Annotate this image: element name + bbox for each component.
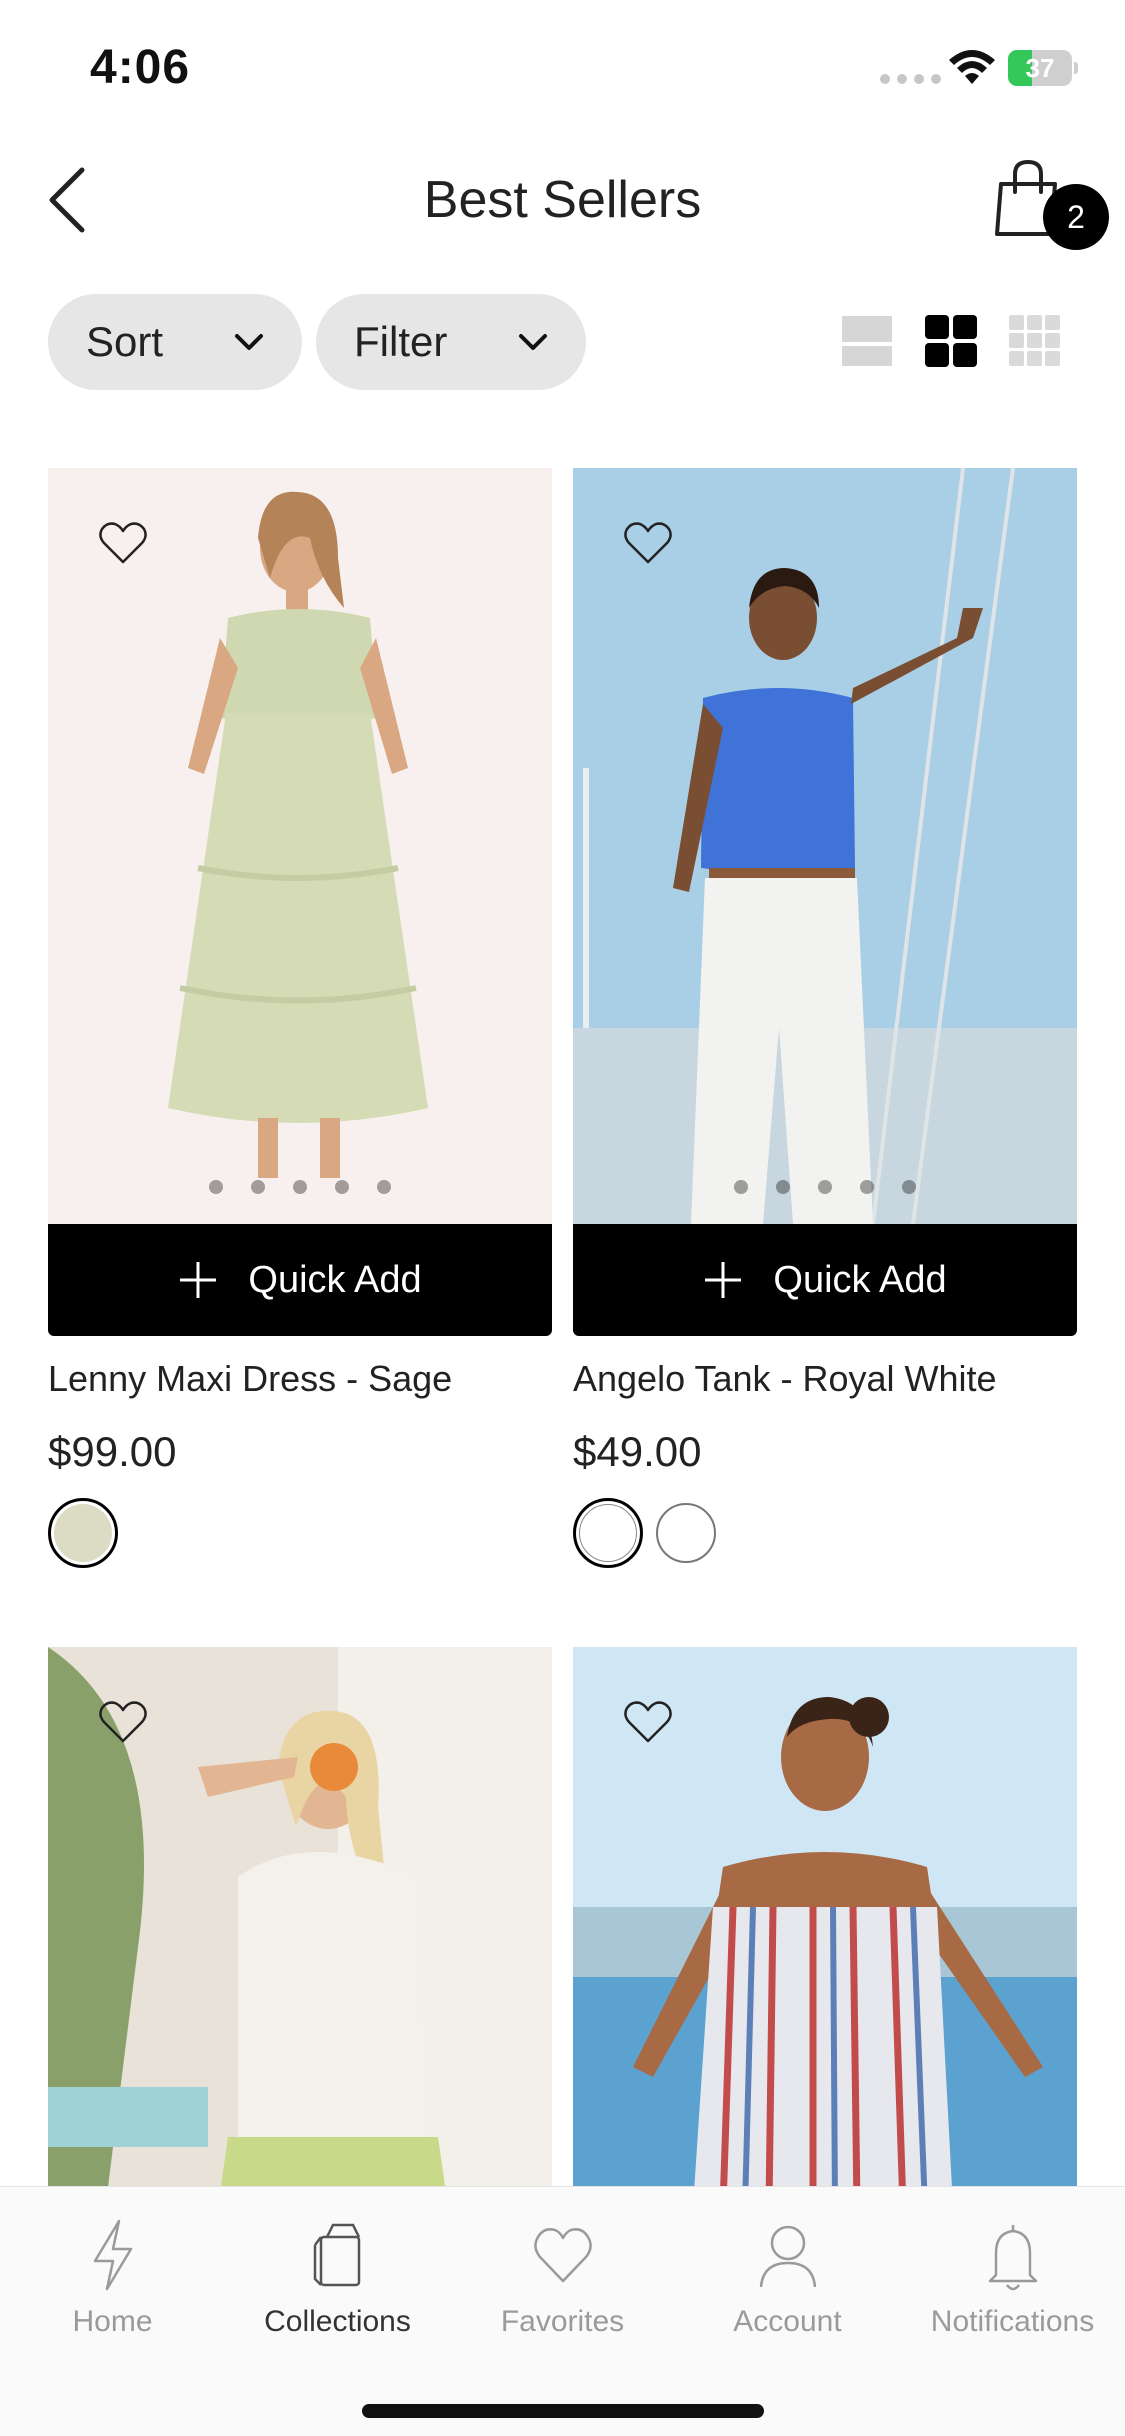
product-name[interactable]: Lenny Maxi Dress - Sage bbox=[48, 1358, 452, 1400]
tab-label: Collections bbox=[264, 2305, 411, 2338]
color-swatch[interactable] bbox=[48, 1498, 118, 1568]
product-price: $49.00 bbox=[573, 1428, 702, 1475]
swatch-color bbox=[656, 1503, 716, 1563]
single-view-icon[interactable] bbox=[840, 314, 894, 368]
chevron-down-icon bbox=[235, 334, 263, 350]
person-icon bbox=[759, 2225, 816, 2288]
heart-icon bbox=[99, 1701, 147, 1743]
heart-icon bbox=[624, 522, 672, 564]
filter-button[interactable]: Filter bbox=[316, 294, 586, 390]
sort-label: Sort bbox=[86, 318, 164, 365]
wifi-icon bbox=[949, 50, 995, 84]
plus-icon bbox=[180, 1262, 217, 1298]
product-image[interactable] bbox=[573, 1647, 1077, 2187]
tab-bar: Home Collections Favorites Account Notif… bbox=[0, 2186, 1125, 2436]
cart-count-badge: 2 bbox=[1043, 184, 1109, 250]
image-pagination-dots[interactable] bbox=[48, 1180, 552, 1194]
tab-notifications[interactable]: Notifications bbox=[900, 2209, 1125, 2339]
tab-home[interactable]: Home bbox=[0, 2209, 225, 2339]
swatch-color bbox=[579, 1504, 637, 1562]
image-pagination-dots[interactable] bbox=[573, 1180, 1077, 1194]
tab-label: Favorites bbox=[500, 2305, 625, 2338]
product-name[interactable]: Angelo Tank - Royal White bbox=[573, 1358, 997, 1400]
heart-icon bbox=[99, 522, 147, 564]
plus-icon bbox=[705, 1262, 742, 1298]
favorite-button[interactable] bbox=[96, 1697, 150, 1747]
filter-label: Filter bbox=[354, 318, 448, 365]
color-swatches bbox=[48, 1498, 118, 1568]
chevron-down-icon bbox=[519, 334, 547, 350]
tab-label: Home bbox=[72, 2305, 153, 2338]
heart-icon bbox=[533, 2228, 592, 2283]
lightning-icon bbox=[93, 2219, 132, 2291]
product-card[interactable] bbox=[573, 1647, 1077, 2187]
battery-level: 37 bbox=[1025, 53, 1055, 83]
collections-icon bbox=[313, 2223, 360, 2287]
product-image[interactable] bbox=[48, 1647, 552, 2187]
grid-3-view-icon[interactable] bbox=[1008, 314, 1062, 368]
product-photo bbox=[48, 468, 552, 1224]
quick-add-button[interactable]: Quick Add bbox=[48, 1224, 552, 1336]
color-swatches bbox=[573, 1498, 721, 1568]
toolbar: Sort Filter bbox=[0, 292, 1125, 392]
status-time: 4:06 bbox=[90, 41, 191, 94]
product-price: $99.00 bbox=[48, 1428, 177, 1475]
tab-favorites[interactable]: Favorites bbox=[450, 2209, 675, 2339]
bell-icon bbox=[988, 2225, 1037, 2291]
product-photo bbox=[573, 468, 1077, 1224]
product-card[interactable] bbox=[48, 1647, 552, 2187]
cellular-signal-icon bbox=[880, 74, 941, 84]
tab-label: Account bbox=[733, 2305, 842, 2338]
quick-add-label: Quick Add bbox=[248, 1258, 422, 1301]
quick-add-label: Quick Add bbox=[773, 1258, 947, 1301]
home-indicator[interactable] bbox=[362, 2404, 764, 2418]
color-swatch[interactable] bbox=[651, 1498, 721, 1568]
page-title: Best Sellers bbox=[423, 171, 702, 229]
swatch-color bbox=[54, 1504, 112, 1562]
grid-2-view-icon[interactable] bbox=[924, 314, 978, 368]
battery-icon: 37 bbox=[1008, 50, 1078, 86]
tab-collections[interactable]: Collections bbox=[225, 2209, 450, 2339]
favorite-button[interactable] bbox=[621, 1697, 675, 1747]
header: Best Sellers 2 bbox=[0, 140, 1125, 260]
tab-label: Notifications bbox=[930, 2305, 1095, 2338]
sort-button[interactable]: Sort bbox=[48, 294, 302, 390]
product-image[interactable] bbox=[573, 468, 1077, 1224]
heart-icon bbox=[624, 1701, 672, 1743]
favorite-button[interactable] bbox=[96, 518, 150, 568]
product-image[interactable] bbox=[48, 468, 552, 1224]
tab-account[interactable]: Account bbox=[675, 2209, 900, 2339]
favorite-button[interactable] bbox=[621, 518, 675, 568]
status-bar: 4:06 37 bbox=[0, 0, 1125, 130]
color-swatch[interactable] bbox=[573, 1498, 643, 1568]
cart-button[interactable]: 2 bbox=[985, 158, 1109, 258]
quick-add-button[interactable]: Quick Add bbox=[573, 1224, 1077, 1336]
